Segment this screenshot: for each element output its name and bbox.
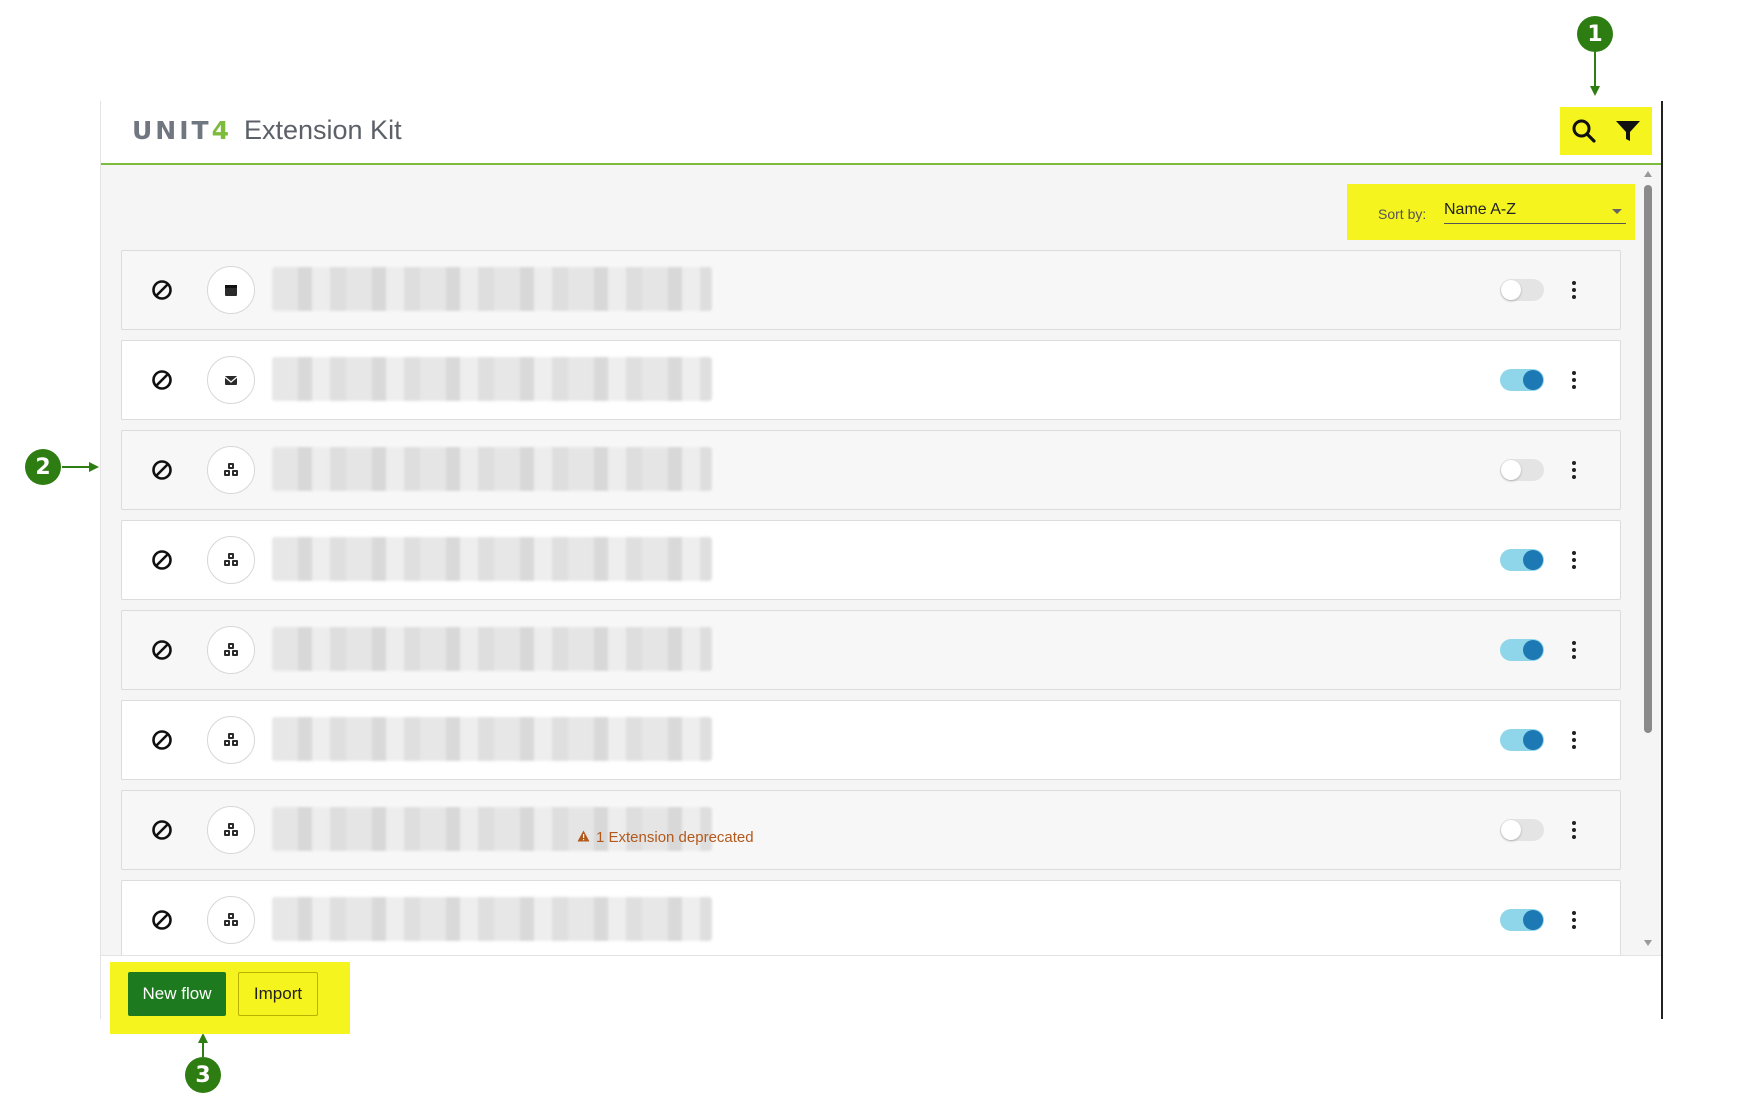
cubes-icon: [207, 896, 255, 944]
flow-name-redacted: [272, 627, 712, 671]
flow-enabled-toggle[interactable]: [1500, 459, 1544, 481]
flow-row[interactable]: [121, 340, 1621, 420]
sort-select[interactable]: Name A-Z: [1444, 197, 1626, 224]
disable-icon[interactable]: [150, 818, 174, 842]
chevron-down-icon: [1612, 209, 1622, 214]
sort-label: Sort by:: [1378, 206, 1427, 222]
more-options-icon[interactable]: [1562, 815, 1586, 845]
filter-icon: [1616, 121, 1640, 141]
new-flow-button[interactable]: New flow: [128, 972, 226, 1016]
cubes-icon: [207, 536, 255, 584]
toggle-knob: [1523, 550, 1543, 570]
sort-value: Name A-Z: [1444, 201, 1517, 218]
flow-name-redacted: [272, 537, 712, 581]
disable-icon[interactable]: [150, 638, 174, 662]
flow-row[interactable]: [121, 520, 1621, 600]
scrollbar[interactable]: [1641, 171, 1655, 946]
toggle-knob: [1501, 820, 1521, 840]
disable-icon[interactable]: [150, 548, 174, 572]
cubes-icon: [207, 806, 255, 854]
flow-row[interactable]: 1 Extension deprecated: [121, 790, 1621, 870]
flow-enabled-toggle[interactable]: [1500, 639, 1544, 661]
cubes-icon: [207, 626, 255, 674]
more-options-icon[interactable]: [1562, 635, 1586, 665]
cubes-icon: [207, 446, 255, 494]
logo: UNIT4 Extension Kit: [132, 115, 402, 146]
flow-list: 1 Extension deprecated: [121, 250, 1621, 955]
scroll-thumb[interactable]: [1644, 185, 1652, 733]
filter-button[interactable]: [1613, 116, 1643, 146]
logo-brand: UNIT4: [132, 116, 232, 145]
flow-row[interactable]: [121, 880, 1621, 955]
app-window: UNIT4 Extension Kit Sort by: Name A-Z 1 …: [101, 101, 1661, 1034]
flow-row[interactable]: [121, 700, 1621, 780]
footer-actions: New flow Import: [101, 955, 1661, 1034]
product-name: Extension Kit: [243, 115, 402, 145]
warning-text: 1 Extension deprecated: [596, 829, 754, 846]
search-button[interactable]: [1569, 116, 1599, 146]
flow-name-redacted: [272, 897, 712, 941]
more-options-icon[interactable]: [1562, 455, 1586, 485]
flow-list-area: Sort by: Name A-Z 1 Extension deprecated: [101, 165, 1661, 955]
sort-control: Sort by: Name A-Z: [1347, 184, 1635, 240]
app-header: UNIT4 Extension Kit: [101, 101, 1661, 165]
disable-icon[interactable]: [150, 908, 174, 932]
footer-highlight: New flow Import: [110, 962, 350, 1034]
warning-icon: [577, 829, 590, 846]
app-right-border: [1661, 101, 1663, 1019]
disable-icon[interactable]: [150, 728, 174, 752]
flow-name-redacted: [272, 717, 712, 761]
flow-enabled-toggle[interactable]: [1500, 369, 1544, 391]
more-options-icon[interactable]: [1562, 905, 1586, 935]
flow-name-redacted: [272, 447, 712, 491]
disable-icon[interactable]: [150, 458, 174, 482]
flow-name-redacted: [272, 357, 712, 401]
toggle-knob: [1523, 640, 1543, 660]
toggle-knob: [1523, 370, 1543, 390]
toggle-knob: [1501, 280, 1521, 300]
more-options-icon[interactable]: [1562, 545, 1586, 575]
flow-enabled-toggle[interactable]: [1500, 819, 1544, 841]
cubes-icon: [207, 716, 255, 764]
header-tools: [1560, 107, 1652, 155]
flow-enabled-toggle[interactable]: [1500, 549, 1544, 571]
flow-enabled-toggle[interactable]: [1500, 729, 1544, 751]
flow-row[interactable]: [121, 610, 1621, 690]
flow-enabled-toggle[interactable]: [1500, 909, 1544, 931]
disable-icon[interactable]: [150, 368, 174, 392]
deprecation-warning: 1 Extension deprecated: [577, 829, 754, 846]
scroll-up-icon[interactable]: [1644, 171, 1652, 177]
envelope-icon: [207, 356, 255, 404]
disable-icon[interactable]: [150, 278, 174, 302]
flow-row[interactable]: [121, 250, 1621, 330]
toggle-knob: [1523, 910, 1543, 930]
toggle-knob: [1523, 730, 1543, 750]
flow-enabled-toggle[interactable]: [1500, 279, 1544, 301]
more-options-icon[interactable]: [1562, 365, 1586, 395]
import-button[interactable]: Import: [238, 972, 318, 1016]
more-options-icon[interactable]: [1562, 725, 1586, 755]
flow-row[interactable]: [121, 430, 1621, 510]
more-options-icon[interactable]: [1562, 275, 1586, 305]
scroll-down-icon[interactable]: [1644, 940, 1652, 946]
calendar-icon: [207, 266, 255, 314]
toggle-knob: [1501, 460, 1521, 480]
flow-name-redacted: [272, 267, 712, 311]
search-icon: [1572, 119, 1596, 143]
